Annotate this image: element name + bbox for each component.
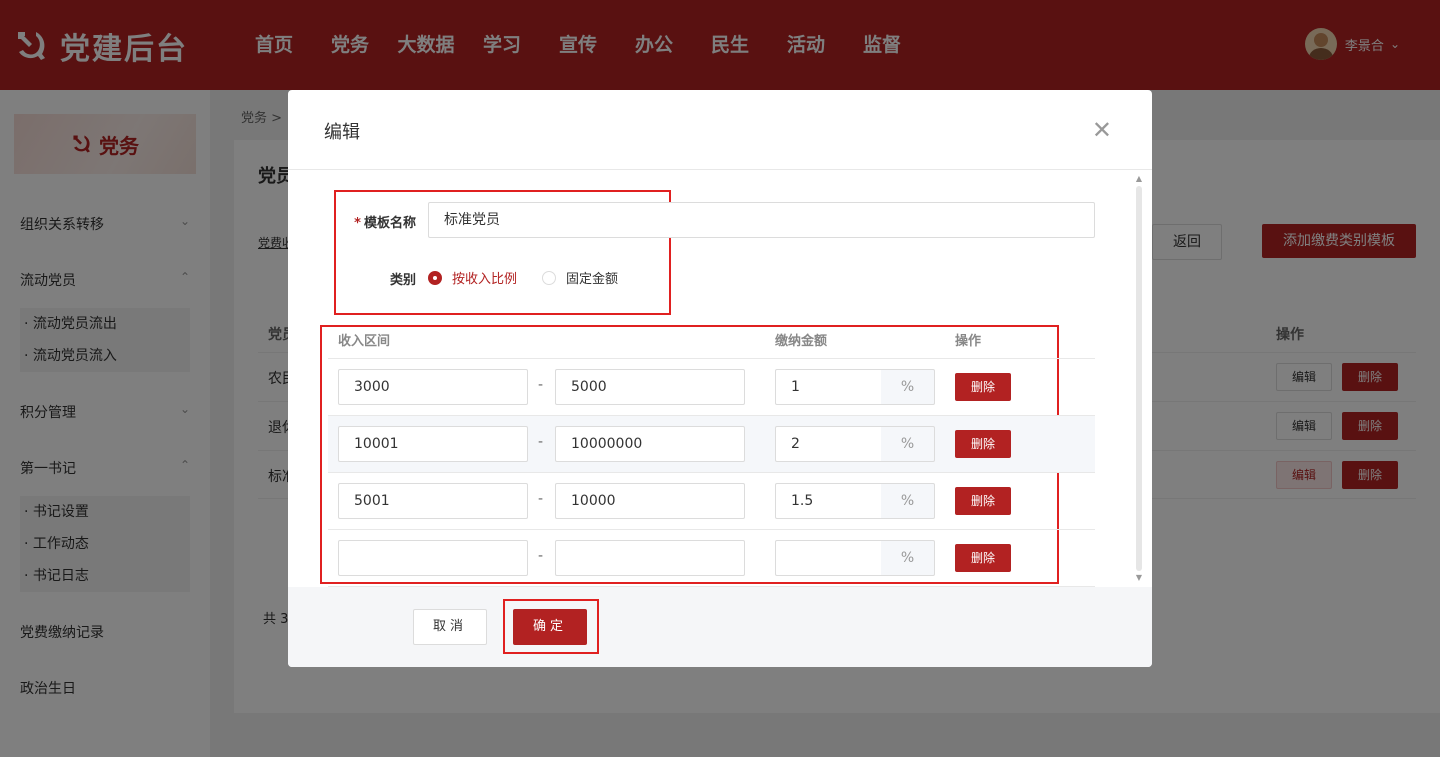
modal-title: 编辑 <box>324 122 360 143</box>
income-min-input[interactable]: 5001 <box>338 483 528 519</box>
fee-range-row: 5001 - 10000 1.5 % 删除 <box>328 473 1095 530</box>
modal-footer: 取消 确定 <box>288 587 1152 667</box>
radio-fixed-amount[interactable]: 固定金额 <box>542 268 618 287</box>
percent-suffix: % <box>881 369 935 405</box>
column-header-amount: 缴纳金额 <box>775 334 828 349</box>
delete-row-button[interactable]: 删除 <box>955 544 1011 572</box>
scroll-down-arrow-icon[interactable]: ▼ <box>1134 573 1144 583</box>
template-name-label-text: 模板名称 <box>363 216 416 231</box>
fee-range-row: 10001 - 10000000 2 % 删除 <box>328 416 1095 473</box>
modal-body: * 模板名称 标准党员 类别 按收入比例 固定金额 收入区间 缴纳金额 操作 30… <box>288 170 1152 587</box>
percent-suffix: % <box>881 426 935 462</box>
modal-header: 编辑 ✕ <box>288 90 1152 170</box>
percent-suffix: % <box>881 483 935 519</box>
radio-label: 按收入比例 <box>452 272 518 287</box>
income-max-input[interactable]: 5000 <box>555 369 745 405</box>
column-header-action: 操作 <box>955 334 982 349</box>
range-separator: - <box>538 491 544 507</box>
amount-input[interactable] <box>775 540 882 576</box>
radio-income-ratio[interactable]: 按收入比例 <box>428 268 517 287</box>
delete-row-button[interactable]: 删除 <box>955 373 1011 401</box>
range-separator: - <box>538 548 544 564</box>
required-mark: * <box>354 216 361 231</box>
amount-input[interactable]: 1.5 <box>775 483 882 519</box>
cancel-button[interactable]: 取消 <box>413 609 487 645</box>
category-label: 类别 <box>389 273 416 288</box>
radio-label: 固定金额 <box>566 272 619 287</box>
close-icon[interactable]: ✕ <box>1092 116 1112 144</box>
column-header-income-range: 收入区间 <box>338 334 391 349</box>
range-separator: - <box>538 434 544 450</box>
scroll-up-arrow-icon[interactable]: ▲ <box>1134 174 1144 184</box>
percent-suffix: % <box>881 540 935 576</box>
radio-checked-icon <box>428 270 442 285</box>
range-separator: - <box>538 377 544 393</box>
scroll-thumb[interactable] <box>1136 186 1142 571</box>
income-max-input[interactable]: 10000 <box>555 483 745 519</box>
income-max-input[interactable] <box>555 540 745 576</box>
radio-unchecked-icon <box>542 270 556 285</box>
delete-row-button[interactable]: 删除 <box>955 430 1011 458</box>
confirm-button[interactable]: 确定 <box>513 609 587 645</box>
amount-input[interactable]: 2 <box>775 426 882 462</box>
scrollbar[interactable]: ▲ ▼ <box>1134 170 1144 587</box>
income-min-input[interactable]: 3000 <box>338 369 528 405</box>
fee-range-row: - % 删除 <box>328 530 1095 587</box>
template-name-label: * 模板名称 <box>338 212 416 231</box>
income-min-input[interactable] <box>338 540 528 576</box>
fee-range-row: 3000 - 5000 1 % 删除 <box>328 359 1095 416</box>
template-name-input[interactable]: 标准党员 <box>428 202 1095 238</box>
delete-row-button[interactable]: 删除 <box>955 487 1011 515</box>
income-min-input[interactable]: 10001 <box>338 426 528 462</box>
amount-input[interactable]: 1 <box>775 369 882 405</box>
edit-modal: 编辑 ✕ * 模板名称 标准党员 类别 按收入比例 固定金额 收入区间 缴纳金额 … <box>288 90 1152 667</box>
income-max-input[interactable]: 10000000 <box>555 426 745 462</box>
